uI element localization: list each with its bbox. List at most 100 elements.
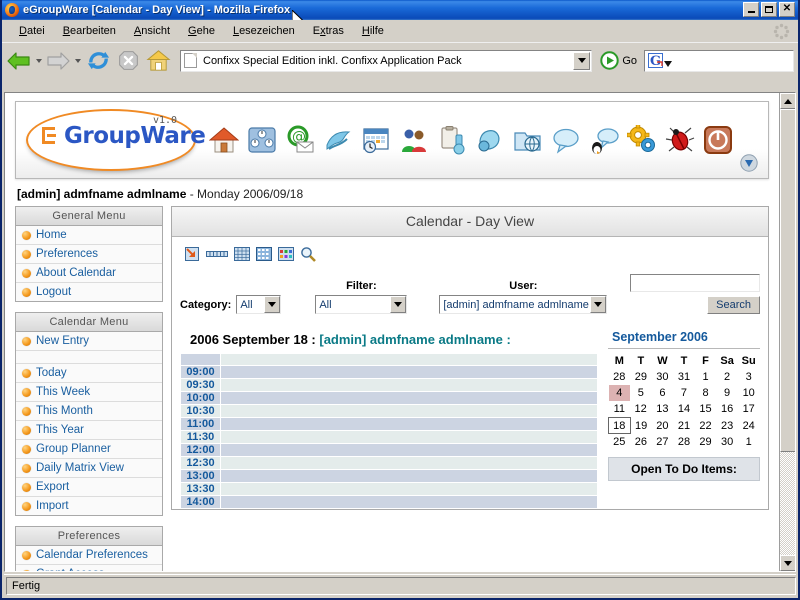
calendar-search-input[interactable] — [630, 274, 760, 292]
table-row[interactable]: 14:00 — [180, 495, 598, 509]
menu-lesezeichen[interactable]: Lesezeichen — [224, 22, 304, 40]
event-cell[interactable] — [220, 417, 598, 431]
event-cell[interactable] — [220, 353, 598, 366]
menu-bearbeiten[interactable]: Bearbeiten — [54, 22, 125, 40]
day-cell[interactable]: 21 — [673, 418, 695, 434]
sidebar-item-today[interactable]: Today — [16, 364, 162, 383]
sidebar-item-grant-access[interactable]: Grant Access — [16, 565, 162, 571]
day-cell[interactable]: 15 — [695, 401, 717, 418]
event-cell[interactable] — [220, 378, 598, 392]
home-icon[interactable] — [208, 125, 240, 155]
go-button[interactable]: Go — [598, 51, 639, 70]
day-cell[interactable]: 17 — [738, 401, 760, 418]
day-cell[interactable]: 13 — [652, 401, 674, 418]
table-row[interactable]: 09:00 — [180, 365, 598, 379]
sidebar-item-this-month[interactable]: This Month — [16, 402, 162, 421]
day-cell[interactable]: 3 — [738, 369, 760, 385]
scrollbar-thumb[interactable] — [780, 109, 795, 453]
url-dropdown-icon[interactable] — [573, 51, 591, 70]
filter-select[interactable]: All — [315, 295, 408, 314]
chevron-down-icon[interactable] — [264, 296, 281, 313]
event-cell[interactable] — [220, 443, 598, 457]
sidebar-item-export[interactable]: Export — [16, 478, 162, 497]
day-cell[interactable]: 30 — [716, 434, 738, 451]
menu-hilfe[interactable]: Hilfe — [353, 22, 393, 40]
logout-icon[interactable] — [703, 125, 733, 155]
sidebar-item-import[interactable]: Import — [16, 497, 162, 515]
email-icon[interactable]: @ — [285, 125, 315, 155]
bugtracker-icon[interactable] — [665, 125, 695, 155]
filemanager-icon[interactable] — [513, 125, 543, 155]
day-cell[interactable]: 8 — [695, 385, 717, 401]
sidebar-item-about-calendar[interactable]: About Calendar — [16, 264, 162, 283]
sidebar-item-daily-matrix-view[interactable]: Daily Matrix View — [16, 459, 162, 478]
event-cell[interactable] — [220, 365, 598, 379]
day-cell[interactable]: 29 — [695, 434, 717, 451]
new-entry-icon[interactable] — [184, 246, 200, 262]
day-cell[interactable]: 28 — [609, 369, 631, 385]
year-view-icon[interactable] — [278, 246, 294, 262]
sidebar-item-calendar-preferences[interactable]: Calendar Preferences — [16, 546, 162, 565]
reload-icon[interactable] — [84, 47, 112, 75]
day-view-icon[interactable] — [206, 246, 228, 262]
scroll-down-button[interactable] — [780, 555, 795, 571]
sidebar-item-group-planner[interactable]: Group Planner — [16, 440, 162, 459]
sidebar-item-this-week[interactable]: This Week — [16, 383, 162, 402]
event-cell[interactable] — [220, 469, 598, 483]
table-row[interactable]: 11:00 — [180, 417, 598, 431]
sidebar-item-this-year[interactable]: This Year — [16, 421, 162, 440]
day-cell[interactable]: 24 — [738, 418, 760, 434]
event-cell[interactable] — [220, 495, 598, 509]
chevron-down-icon[interactable] — [590, 296, 607, 313]
search-button[interactable]: Search — [707, 296, 760, 314]
table-row[interactable] — [180, 353, 598, 366]
url-bar[interactable]: Confixx Special Edition inkl. Confixx Ap… — [180, 49, 593, 72]
back-arrow-icon[interactable] — [6, 48, 32, 74]
search-icon[interactable] — [300, 246, 316, 262]
table-row[interactable]: 13:30 — [180, 482, 598, 496]
day-cell-selected[interactable]: 18 — [608, 417, 631, 434]
maximize-button[interactable] — [761, 2, 777, 17]
egw-logo[interactable]: GroupWare v1.0 — [20, 105, 206, 175]
sidebar-item-logout[interactable]: Logout — [16, 283, 162, 301]
minimize-button[interactable] — [743, 2, 759, 17]
day-cell[interactable]: 28 — [673, 434, 695, 451]
preferences-icon[interactable] — [626, 123, 657, 155]
category-select[interactable]: All — [236, 295, 282, 314]
search-dropdown-icon[interactable] — [664, 60, 673, 69]
day-cell[interactable]: 11 — [609, 401, 631, 418]
day-cell[interactable]: 31 — [673, 369, 695, 385]
scrollbar-track[interactable] — [780, 109, 795, 555]
addressbook-icon[interactable] — [399, 125, 429, 155]
month-view-icon[interactable] — [256, 246, 272, 262]
scroll-up-button[interactable] — [780, 93, 795, 109]
table-row[interactable]: 10:30 — [180, 404, 598, 418]
event-cell[interactable] — [220, 404, 598, 418]
day-cell[interactable]: 9 — [716, 385, 738, 401]
chat-icon[interactable] — [551, 125, 581, 155]
calendar-icon[interactable] — [361, 125, 391, 155]
day-cell[interactable]: 14 — [673, 401, 695, 418]
admin-icon[interactable] — [247, 125, 277, 155]
day-cell[interactable]: 19 — [630, 418, 652, 434]
search-input[interactable]: G — [644, 49, 794, 72]
event-cell[interactable] — [220, 482, 598, 496]
close-button[interactable]: ✕ — [779, 2, 795, 17]
sidebar-item-preferences[interactable]: Preferences — [16, 245, 162, 264]
user-select[interactable]: [admin] admfname admlname — [439, 295, 608, 314]
home-icon[interactable] — [144, 47, 172, 75]
sidebar-item-home[interactable]: Home — [16, 226, 162, 245]
event-cell[interactable] — [220, 391, 598, 405]
event-cell[interactable] — [220, 456, 598, 470]
table-row[interactable]: 09:30 — [180, 378, 598, 392]
day-cell-highlighted[interactable]: 4 — [608, 385, 631, 401]
table-row[interactable]: 11:30 — [180, 430, 598, 444]
table-row[interactable]: 13:00 — [180, 469, 598, 483]
day-cell[interactable]: 20 — [652, 418, 674, 434]
sitemgr-icon[interactable] — [323, 125, 353, 155]
table-row[interactable]: 10:00 — [180, 391, 598, 405]
day-cell[interactable]: 6 — [652, 385, 674, 401]
day-cell[interactable]: 2 — [716, 369, 738, 385]
wiki-icon[interactable] — [589, 125, 619, 155]
week-view-icon[interactable] — [234, 246, 250, 262]
